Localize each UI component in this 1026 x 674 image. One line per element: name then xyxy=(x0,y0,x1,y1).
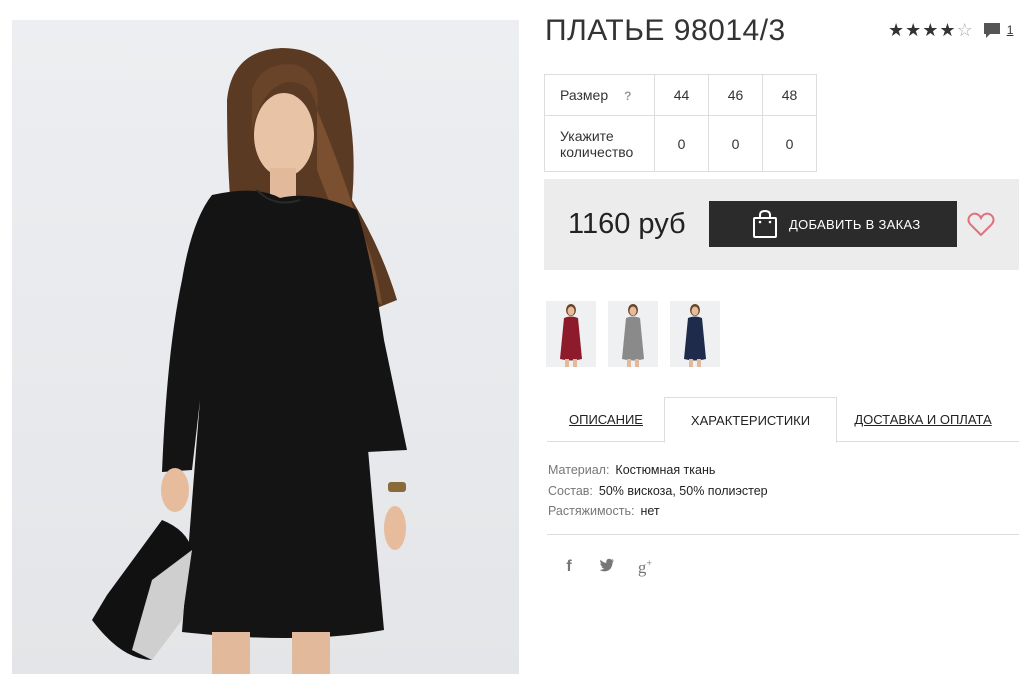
heart-icon[interactable] xyxy=(967,211,995,237)
twitter-icon[interactable] xyxy=(598,558,616,578)
characteristic-row: Материал: Костюмная ткань xyxy=(548,460,768,481)
rating-stars[interactable]: ★ ★ ★ ★ ☆ xyxy=(888,21,973,39)
color-thumbnail[interactable] xyxy=(608,301,658,367)
characteristic-value: Костюмная ткань xyxy=(615,463,716,477)
social-share: f g+ xyxy=(560,558,654,578)
price: 1160 руб xyxy=(568,208,686,240)
quantity-input[interactable]: 0 xyxy=(708,115,763,172)
quantity-label: Укажите количество xyxy=(544,115,655,172)
comment-icon[interactable] xyxy=(983,21,1001,39)
facebook-icon[interactable]: f xyxy=(560,558,578,578)
price-bar: 1160 руб ДОБАВИТЬ В ЗАКАЗ xyxy=(544,179,1019,270)
product-rating[interactable]: ★ ★ ★ ★ ☆ 1 xyxy=(888,21,1013,39)
size-help-icon[interactable]: ? xyxy=(624,89,631,103)
star-icon[interactable]: ★ xyxy=(888,21,904,39)
main-product-photo[interactable] xyxy=(12,20,519,674)
add-to-order-button[interactable]: ДОБАВИТЬ В ЗАКАЗ xyxy=(709,201,957,247)
tab-delivery-label: ДОСТАВКА И ОПЛАТА xyxy=(854,412,992,427)
size-label-cell: Размер? xyxy=(544,74,655,116)
product-title: ПЛАТЬЕ 98014/3 xyxy=(545,14,786,47)
tab-characteristics[interactable]: ХАРАКТЕРИСТИКИ xyxy=(664,397,837,443)
shopping-bag-icon xyxy=(753,209,777,238)
size-cell: 48 xyxy=(762,74,817,116)
characteristic-key: Растяжимость: xyxy=(548,504,635,518)
tab-characteristics-label: ХАРАКТЕРИСТИКИ xyxy=(690,412,811,428)
characteristic-value: нет xyxy=(640,504,660,518)
size-cell: 46 xyxy=(708,74,763,116)
color-thumbnails xyxy=(546,301,720,367)
characteristic-value: 50% вискоза, 50% полиэстер xyxy=(598,483,768,498)
tab-description-label: ОПИСАНИЕ xyxy=(569,412,643,427)
product-tabs: ОПИСАНИЕ ХАРАКТЕРИСТИКИ ДОСТАВКА И ОПЛАТ… xyxy=(547,397,1019,443)
tab-description[interactable]: ОПИСАНИЕ xyxy=(547,397,665,442)
divider xyxy=(547,534,1019,535)
comment-count[interactable]: 1 xyxy=(1007,23,1014,37)
tab-delivery-payment[interactable]: ДОСТАВКА И ОПЛАТА xyxy=(847,397,999,442)
quantity-input[interactable]: 0 xyxy=(654,115,709,172)
characteristic-key: Состав: xyxy=(548,483,593,498)
color-thumbnail[interactable] xyxy=(670,301,720,367)
add-to-order-label: ДОБАВИТЬ В ЗАКАЗ xyxy=(789,216,921,232)
size-table: Размер? 44 46 48 Укажите количество 0 0 … xyxy=(544,74,817,172)
characteristic-row: Состав: 50% вискоза, 50% полиэстер xyxy=(548,481,768,502)
color-thumbnail[interactable] xyxy=(546,301,596,367)
star-icon[interactable]: ★ xyxy=(905,21,921,39)
star-icon[interactable]: ★ xyxy=(922,21,938,39)
characteristics-list: Материал: Костюмная ткань Состав: 50% виск… xyxy=(548,460,768,522)
characteristic-key: Материал: xyxy=(548,463,610,477)
characteristic-row: Растяжимость: нет xyxy=(548,501,768,522)
google-plus-icon[interactable]: g+ xyxy=(636,558,654,578)
star-icon[interactable]: ★ xyxy=(939,21,955,39)
star-icon[interactable]: ☆ xyxy=(957,21,973,39)
size-label: Размер xyxy=(560,87,609,103)
size-cell: 44 xyxy=(654,74,709,116)
quantity-input[interactable]: 0 xyxy=(762,115,817,172)
